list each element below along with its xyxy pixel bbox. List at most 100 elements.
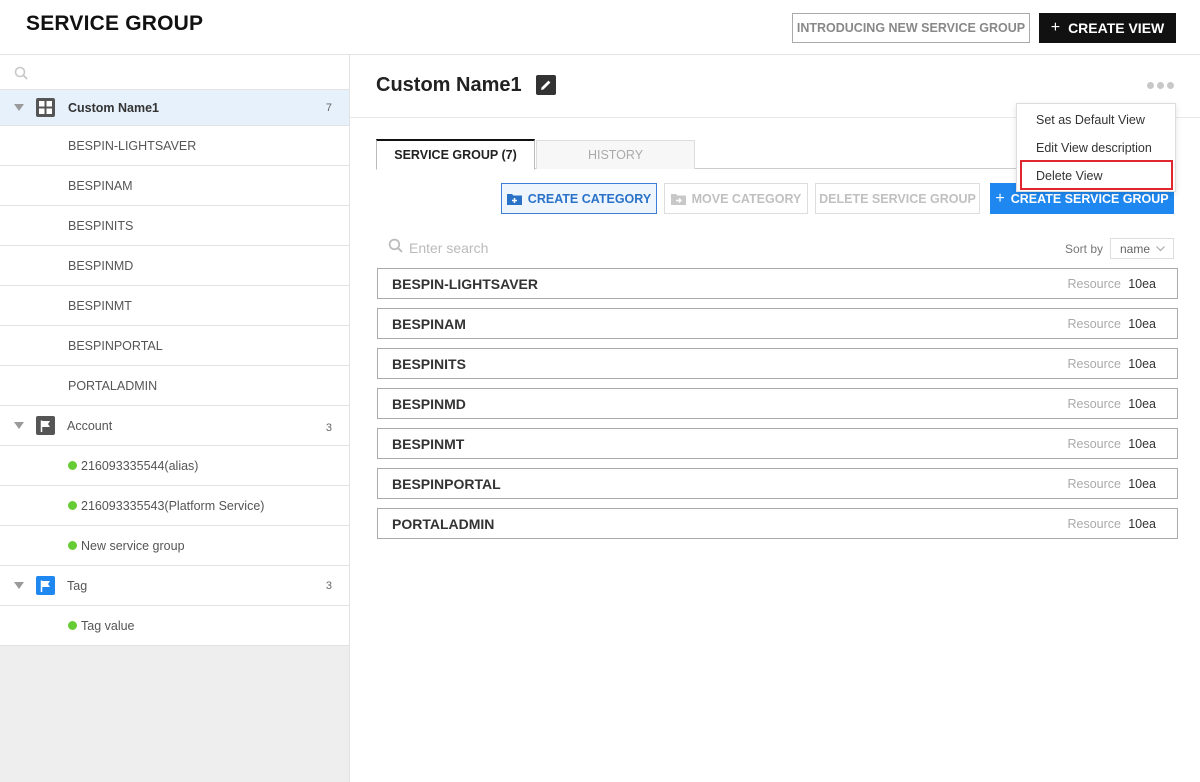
plus-icon: + [1050, 19, 1061, 36]
sidebar-item[interactable]: 216093335544(alias) [0, 446, 349, 486]
sidebar-item-label: BESPINITS [68, 218, 134, 233]
service-group-row[interactable]: BESPINMD Resource 10ea [377, 388, 1178, 419]
sidebar-item[interactable]: PORTALADMIN [0, 366, 349, 406]
tag-flag-icon [36, 576, 55, 595]
resource-label: Resource [1067, 436, 1122, 451]
delete-service-group-button[interactable]: DELETE SERVICE GROUP [815, 183, 980, 214]
service-group-search [388, 237, 788, 259]
service-group-row[interactable]: PORTALADMIN Resource 10ea [377, 508, 1178, 539]
page-title: SERVICE GROUP [26, 12, 204, 35]
service-group-name: BESPINMD [392, 395, 466, 412]
sidebar-item[interactable]: Tag value [0, 606, 349, 646]
sort-selected-value: name [1120, 241, 1151, 256]
grid-icon [36, 98, 55, 117]
resource-count: 10ea [1128, 396, 1156, 411]
sidebar-item[interactable]: BESPINMD [0, 246, 349, 286]
resource-label: Resource [1067, 316, 1122, 331]
menu-item-set-default-view[interactable]: Set as Default View [1036, 113, 1145, 127]
sidebar-item[interactable]: BESPINITS [0, 206, 349, 246]
sidebar-group-count: 7 [325, 101, 332, 114]
sort-select[interactable]: name [1110, 238, 1174, 259]
sidebar-item-label: BESPINAM [68, 178, 133, 193]
sidebar-tree: Custom Name1 7 BESPIN-LIGHTSAVER BESPINA… [0, 55, 349, 646]
resource-count: 10ea [1128, 356, 1156, 371]
menu-item-edit-view-description[interactable]: Edit View description [1036, 141, 1152, 155]
sidebar-item-label: New service group [81, 538, 185, 553]
resource-label: Resource [1067, 516, 1122, 531]
flag-icon [36, 416, 55, 435]
create-service-group-label: CREATE SERVICE GROUP [1010, 191, 1169, 206]
sidebar-item[interactable]: 216093335543(Platform Service) [0, 486, 349, 526]
sidebar-item[interactable]: BESPIN-LIGHTSAVER [0, 126, 349, 166]
sidebar-item-label: BESPIN-LIGHTSAVER [68, 138, 197, 153]
sidebar-group-label: Tag [67, 578, 88, 593]
create-view-button[interactable]: + CREATE VIEW [1039, 13, 1176, 43]
sidebar-group-label: Custom Name1 [68, 100, 159, 115]
sidebar-item[interactable]: BESPINAM [0, 166, 349, 206]
sidebar-item-label: PORTALADMIN [68, 378, 158, 393]
move-category-label: MOVE CATEGORY [691, 191, 802, 206]
service-group-name: PORTALADMIN [392, 515, 495, 532]
status-dot [68, 621, 77, 630]
dot-icon [1147, 82, 1154, 89]
service-group-row[interactable]: BESPINAM Resource 10ea [377, 308, 1178, 339]
sidebar-group-custom-name1[interactable]: Custom Name1 7 [0, 90, 349, 126]
service-group-row[interactable]: BESPINITS Resource 10ea [377, 348, 1178, 379]
chevron-down-icon[interactable] [14, 422, 24, 429]
sidebar: Custom Name1 7 BESPIN-LIGHTSAVER BESPINA… [0, 55, 350, 782]
create-category-button[interactable]: CREATE CATEGORY [501, 183, 657, 214]
sidebar-item-label: 216093335543(Platform Service) [81, 498, 265, 513]
sidebar-item[interactable]: New service group [0, 526, 349, 566]
folder-plus-icon [506, 193, 522, 205]
sidebar-group-tag[interactable]: Tag 3 [0, 566, 349, 606]
resource-count: 10ea [1128, 516, 1156, 531]
dot-icon [1167, 82, 1174, 89]
tab-service-group[interactable]: SERVICE GROUP (7) [376, 139, 535, 170]
sidebar-item-label: Tag value [81, 618, 135, 633]
service-group-name: BESPINITS [392, 355, 466, 372]
pencil-icon [541, 80, 551, 90]
introducing-new-service-group-button[interactable]: INTRODUCING NEW SERVICE GROUP [792, 13, 1030, 43]
sidebar-group-account[interactable]: Account 3 [0, 406, 349, 446]
resource-count: 10ea [1128, 276, 1156, 291]
service-group-row[interactable]: BESPIN-LIGHTSAVER Resource 10ea [377, 268, 1178, 299]
service-group-name: BESPINPORTAL [392, 475, 501, 492]
resource-label: Resource [1067, 476, 1122, 491]
search-icon [388, 238, 403, 258]
search-input[interactable] [409, 240, 709, 256]
dot-icon [1157, 82, 1164, 89]
sidebar-item[interactable]: BESPINMT [0, 286, 349, 326]
sidebar-group-count: 3 [325, 579, 332, 592]
service-group-name: BESPINAM [392, 315, 466, 332]
more-options-button[interactable] [1147, 82, 1174, 89]
tab-history[interactable]: HISTORY [536, 140, 695, 169]
resource-count: 10ea [1128, 316, 1156, 331]
search-icon [14, 66, 28, 85]
status-dot [68, 501, 77, 510]
edit-title-button[interactable] [536, 75, 556, 95]
sidebar-item[interactable]: BESPINPORTAL [0, 326, 349, 366]
chevron-down-icon[interactable] [14, 104, 24, 111]
service-group-name: BESPIN-LIGHTSAVER [392, 275, 538, 292]
service-group-row[interactable]: BESPINMT Resource 10ea [377, 428, 1178, 459]
service-group-list: BESPIN-LIGHTSAVER Resource 10ea BESPINAM Re… [377, 268, 1178, 548]
resource-label: Resource [1067, 396, 1122, 411]
chevron-down-icon [1156, 245, 1165, 251]
app-header: SERVICE GROUP INTRODUCING NEW SERVICE GR… [0, 0, 1200, 55]
create-view-label: CREATE VIEW [1068, 20, 1165, 36]
sidebar-item-label: BESPINPORTAL [68, 338, 163, 353]
highlight-box [1020, 160, 1173, 190]
service-group-row[interactable]: BESPINPORTAL Resource 10ea [377, 468, 1178, 499]
move-category-button[interactable]: MOVE CATEGORY [664, 183, 808, 214]
sidebar-item-label: BESPINMD [68, 258, 134, 273]
resource-label: Resource [1067, 276, 1122, 291]
sidebar-search[interactable] [0, 55, 349, 90]
view-title: Custom Name1 [376, 74, 522, 96]
folder-move-icon [670, 193, 686, 205]
sidebar-group-count: 3 [325, 422, 332, 434]
plus-icon: + [995, 189, 1005, 207]
chevron-down-icon[interactable] [14, 582, 24, 589]
resource-label: Resource [1067, 356, 1122, 371]
status-dot [68, 461, 77, 470]
status-dot [68, 541, 77, 550]
